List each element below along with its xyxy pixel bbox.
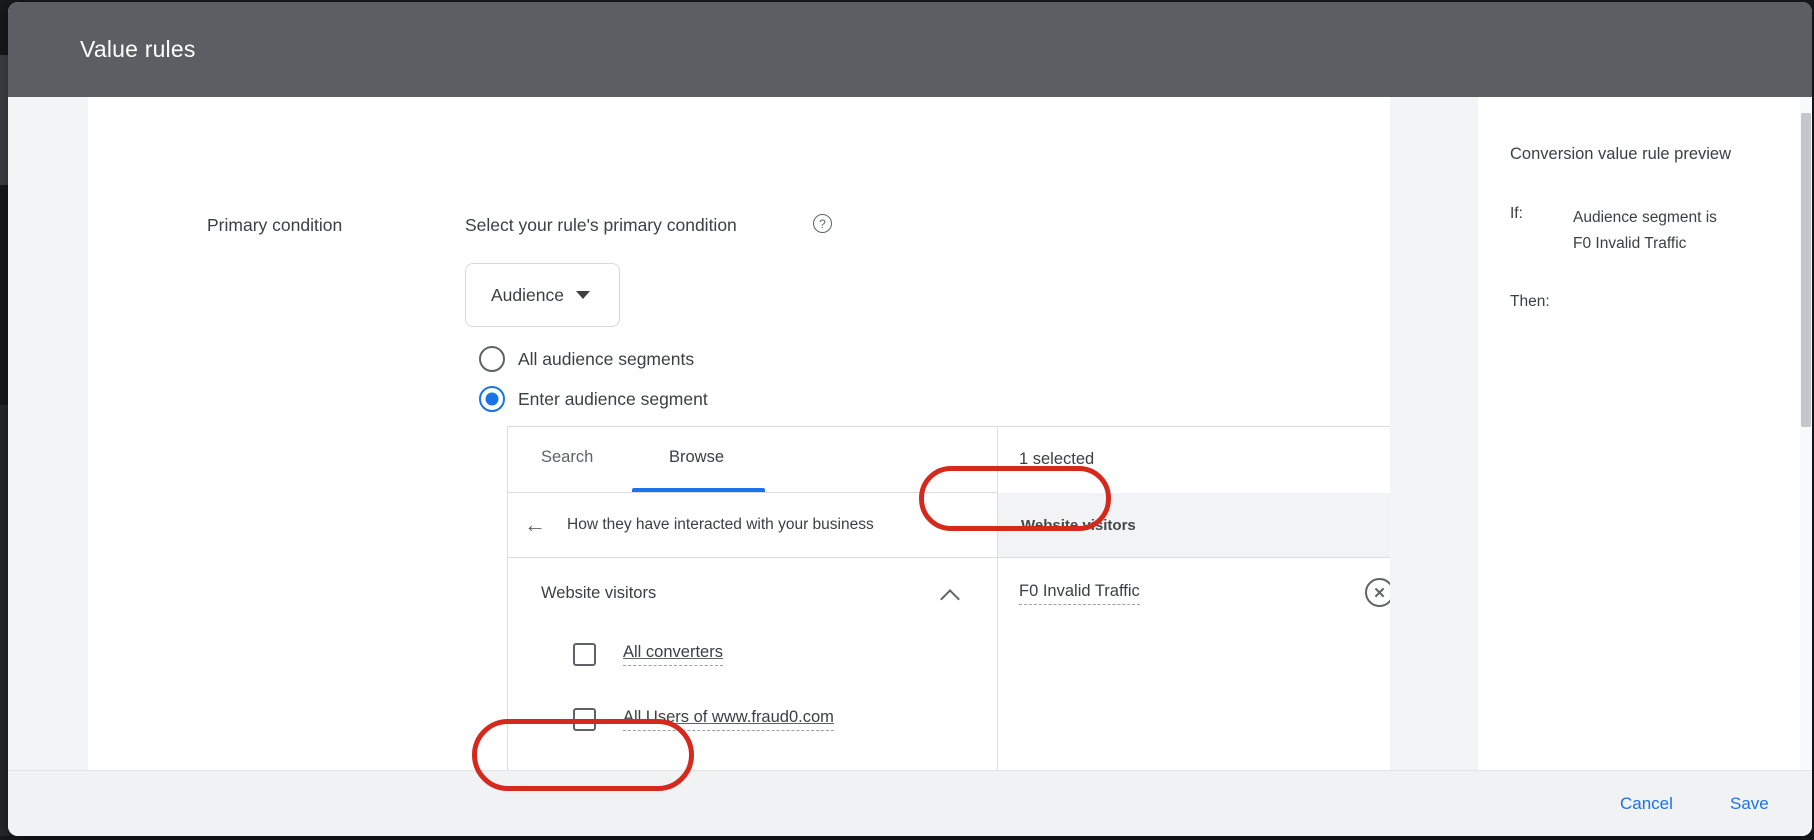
preview-if-line2: F0 Invalid Traffic: [1573, 235, 1686, 252]
radio-icon[interactable]: [479, 346, 505, 372]
selected-item-label[interactable]: F0 Invalid Traffic: [1019, 582, 1140, 605]
tab-search[interactable]: Search: [541, 448, 593, 467]
list-item-label[interactable]: All converters: [623, 643, 723, 666]
annotation-circle-selected-item: [919, 466, 1111, 531]
preview-if-line1: Audience segment is: [1573, 209, 1717, 226]
primary-condition-card: Primary condition Select your rule's pri…: [88, 97, 1390, 770]
dialog-footer: Cancel Save: [8, 770, 1812, 836]
condition-type-dropdown[interactable]: Audience: [465, 263, 620, 327]
help-icon[interactable]: ?: [813, 214, 832, 233]
group-header-website-visitors[interactable]: Website visitors: [541, 577, 971, 609]
primary-condition-heading: Select your rule's primary condition: [465, 215, 737, 236]
radio-icon-selected[interactable]: [479, 386, 505, 412]
dialog-header: Value rules: [8, 2, 1812, 97]
active-tab-underline: [632, 488, 765, 492]
remove-icon[interactable]: ✕: [1365, 578, 1390, 607]
checkbox-unchecked[interactable]: [573, 643, 596, 666]
radio-enter-audience-segment[interactable]: Enter audience segment: [479, 385, 708, 413]
preview-then-label: Then:: [1510, 293, 1550, 311]
radio-all-audience-segments[interactable]: All audience segments: [479, 345, 694, 373]
scrollbar-thumb[interactable]: [1801, 113, 1811, 427]
dialog-title: Value rules: [80, 36, 196, 63]
radio-label: All audience segments: [518, 349, 694, 370]
conversion-value-rule-preview: Conversion value rule preview If: Audien…: [1478, 97, 1800, 770]
annotation-circle-checked-item: [472, 719, 694, 791]
list-item-all-converters[interactable]: All converters: [573, 639, 723, 669]
preview-if-label: If:: [1510, 205, 1523, 223]
tab-browse[interactable]: Browse: [669, 448, 724, 467]
group-title: Website visitors: [541, 584, 656, 603]
chevron-up-icon[interactable]: [943, 588, 957, 602]
cancel-button[interactable]: Cancel: [1614, 790, 1679, 818]
value-rules-dialog: Value rules Primary condition Select you…: [8, 2, 1812, 836]
scrollbar-track[interactable]: [1800, 97, 1812, 770]
radio-label: Enter audience segment: [518, 389, 708, 410]
preview-if-value: Audience segment is F0 Invalid Traffic: [1573, 205, 1783, 257]
selected-item-f0-invalid-traffic: F0 Invalid Traffic ✕: [1019, 577, 1390, 609]
condition-type-value: Audience: [491, 285, 564, 306]
preview-title: Conversion value rule preview: [1510, 145, 1731, 164]
save-button[interactable]: Save: [1724, 790, 1775, 818]
back-arrow-icon[interactable]: ←: [524, 514, 546, 536]
primary-condition-label: Primary condition: [207, 215, 342, 236]
breadcrumb: How they have interacted with your busin…: [567, 516, 874, 534]
chevron-down-icon: [576, 291, 590, 299]
screen: Value rules Primary condition Select you…: [0, 0, 1814, 840]
